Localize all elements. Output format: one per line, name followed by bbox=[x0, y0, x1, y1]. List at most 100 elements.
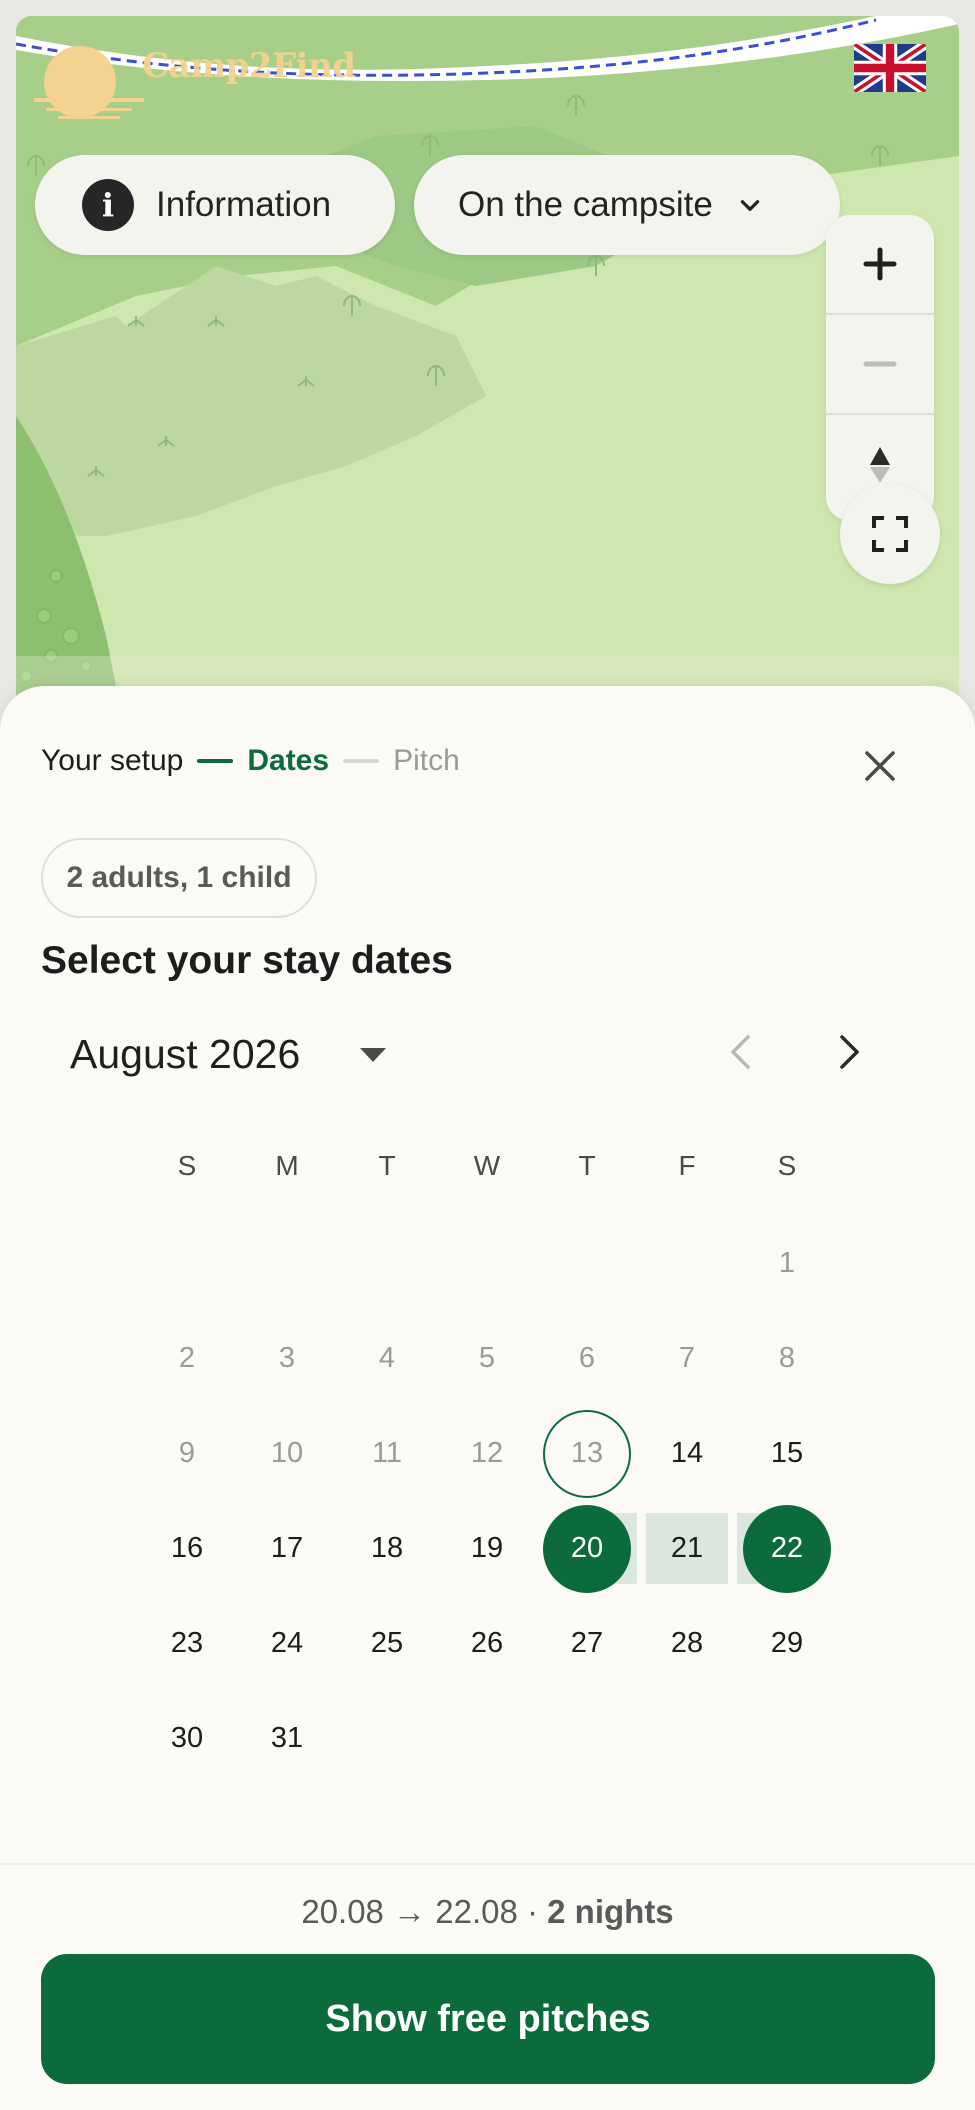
day-number: 24 bbox=[270, 1627, 304, 1659]
calendar-day[interactable]: 14 bbox=[637, 1406, 737, 1501]
information-label: Information bbox=[156, 185, 332, 224]
day-number: 27 bbox=[570, 1627, 604, 1659]
booking-sheet: Your setup Dates Pitch 2 adults, 1 child… bbox=[0, 686, 975, 2110]
weekday-label: M bbox=[275, 1150, 299, 1181]
guests-chip[interactable]: 2 adults, 1 child bbox=[41, 838, 317, 918]
day-number: 20 bbox=[543, 1504, 631, 1593]
calendar-day[interactable]: 22 bbox=[737, 1501, 837, 1596]
day-number: 8 bbox=[778, 1342, 796, 1374]
day-number: 6 bbox=[578, 1342, 596, 1374]
day-number: 4 bbox=[378, 1342, 396, 1374]
calendar-day: 3 bbox=[237, 1311, 337, 1406]
caret-down-icon bbox=[360, 1047, 387, 1062]
day-number: 11 bbox=[371, 1437, 403, 1469]
day-number: 12 bbox=[470, 1437, 504, 1469]
calendar-day: 5 bbox=[437, 1311, 537, 1406]
fullscreen-icon bbox=[872, 516, 908, 552]
calendar-day[interactable]: 15 bbox=[737, 1406, 837, 1501]
compass-icon bbox=[870, 447, 890, 483]
calendar-empty-cell bbox=[437, 1691, 537, 1786]
close-button[interactable] bbox=[856, 742, 904, 790]
calendar-day[interactable]: 23 bbox=[137, 1596, 237, 1691]
weekday-label: T bbox=[578, 1150, 596, 1181]
chevron-right-icon bbox=[840, 1035, 859, 1069]
day-number: 19 bbox=[470, 1532, 504, 1564]
weekday-label: T bbox=[378, 1150, 396, 1181]
calendar-day[interactable]: 13 bbox=[537, 1406, 637, 1501]
calendar-empty-cell bbox=[437, 1216, 537, 1311]
calendar-week: 9 10 11 12 13 14 15 bbox=[137, 1406, 837, 1501]
zoom-in-button[interactable] bbox=[826, 215, 934, 315]
day-number: 17 bbox=[270, 1532, 304, 1564]
map-terrain bbox=[16, 16, 959, 736]
day-number: 1 bbox=[778, 1247, 796, 1279]
divider bbox=[0, 1863, 975, 1865]
calendar-day[interactable]: 21 bbox=[637, 1501, 737, 1596]
calendar-day: 1 bbox=[737, 1216, 837, 1311]
day-number: 29 bbox=[770, 1627, 804, 1659]
stay-nights: 2 nights bbox=[547, 1893, 674, 1930]
app-screen: Camp2Find i Information On the campsite bbox=[0, 0, 975, 2110]
campsite-map[interactable]: Camp2Find i Information On the campsite bbox=[16, 16, 959, 736]
booking-steps: Your setup Dates Pitch bbox=[41, 744, 460, 778]
fullscreen-button[interactable] bbox=[840, 484, 940, 584]
on-the-campsite-dropdown[interactable]: On the campsite bbox=[414, 155, 840, 255]
calendar-day[interactable]: 26 bbox=[437, 1596, 537, 1691]
map-zoom-controls bbox=[826, 215, 934, 521]
day-number: 5 bbox=[478, 1342, 496, 1374]
calendar-day: 9 bbox=[137, 1406, 237, 1501]
show-free-pitches-button[interactable]: Show free pitches bbox=[41, 1954, 935, 2084]
step-connector bbox=[343, 759, 380, 763]
calendar-day[interactable]: 24 bbox=[237, 1596, 337, 1691]
calendar-day[interactable]: 31 bbox=[237, 1691, 337, 1786]
information-button[interactable]: i Information bbox=[35, 155, 395, 255]
calendar-day[interactable]: 25 bbox=[337, 1596, 437, 1691]
day-number: 31 bbox=[270, 1722, 304, 1754]
calendar-day: 7 bbox=[637, 1311, 737, 1406]
previous-month-button[interactable] bbox=[720, 1022, 760, 1082]
step-connector bbox=[197, 759, 234, 763]
calendar-day: 4 bbox=[337, 1311, 437, 1406]
day-number: 13 bbox=[543, 1409, 631, 1498]
calendar-day[interactable]: 29 bbox=[737, 1596, 837, 1691]
month-label: August 2026 bbox=[70, 1031, 301, 1077]
weekday-label: F bbox=[678, 1150, 696, 1181]
calendar-week: 2 3 4 5 6 7 8 bbox=[137, 1311, 837, 1406]
calendar-week: 30 31 bbox=[137, 1691, 837, 1786]
day-number: 16 bbox=[170, 1532, 204, 1564]
calendar-day[interactable]: 20 bbox=[537, 1501, 637, 1596]
calendar-empty-cell bbox=[237, 1216, 337, 1311]
day-number: 30 bbox=[170, 1722, 204, 1754]
calendar-day: 12 bbox=[437, 1406, 537, 1501]
calendar-day[interactable]: 30 bbox=[137, 1691, 237, 1786]
day-number: 9 bbox=[178, 1437, 196, 1469]
uk-flag-icon[interactable] bbox=[854, 44, 926, 92]
day-number: 25 bbox=[370, 1627, 404, 1659]
step-pitch: Pitch bbox=[393, 744, 460, 777]
day-number: 2 bbox=[178, 1342, 196, 1374]
page-title: Select your stay dates bbox=[41, 939, 453, 982]
calendar-day[interactable]: 16 bbox=[137, 1501, 237, 1596]
calendar-day[interactable]: 17 bbox=[237, 1501, 337, 1596]
day-number: 22 bbox=[743, 1504, 831, 1593]
day-number: 10 bbox=[270, 1437, 304, 1469]
campsite-dropdown-label: On the campsite bbox=[458, 185, 713, 224]
plus-icon bbox=[863, 247, 897, 281]
month-selector[interactable]: August 2026 bbox=[70, 1031, 388, 1078]
weekday-label: S bbox=[777, 1150, 797, 1181]
calendar-empty-cell bbox=[637, 1216, 737, 1311]
calendar-day[interactable]: 18 bbox=[337, 1501, 437, 1596]
calendar-day[interactable]: 19 bbox=[437, 1501, 537, 1596]
day-number: 23 bbox=[170, 1627, 204, 1659]
calendar-empty-cell bbox=[337, 1691, 437, 1786]
calendar-day[interactable]: 27 bbox=[537, 1596, 637, 1691]
calendar-empty-cell bbox=[137, 1216, 237, 1311]
step-your-setup[interactable]: Your setup bbox=[41, 744, 183, 778]
calendar-day[interactable]: 28 bbox=[637, 1596, 737, 1691]
zoom-out-button[interactable] bbox=[826, 315, 934, 415]
chevron-down-icon bbox=[740, 200, 760, 211]
calendar-day: 10 bbox=[237, 1406, 337, 1501]
day-number: 28 bbox=[670, 1627, 704, 1659]
next-month-button[interactable] bbox=[830, 1022, 870, 1082]
stay-summary: 20.08 → 22.08 · 2 nights bbox=[0, 1893, 975, 1931]
